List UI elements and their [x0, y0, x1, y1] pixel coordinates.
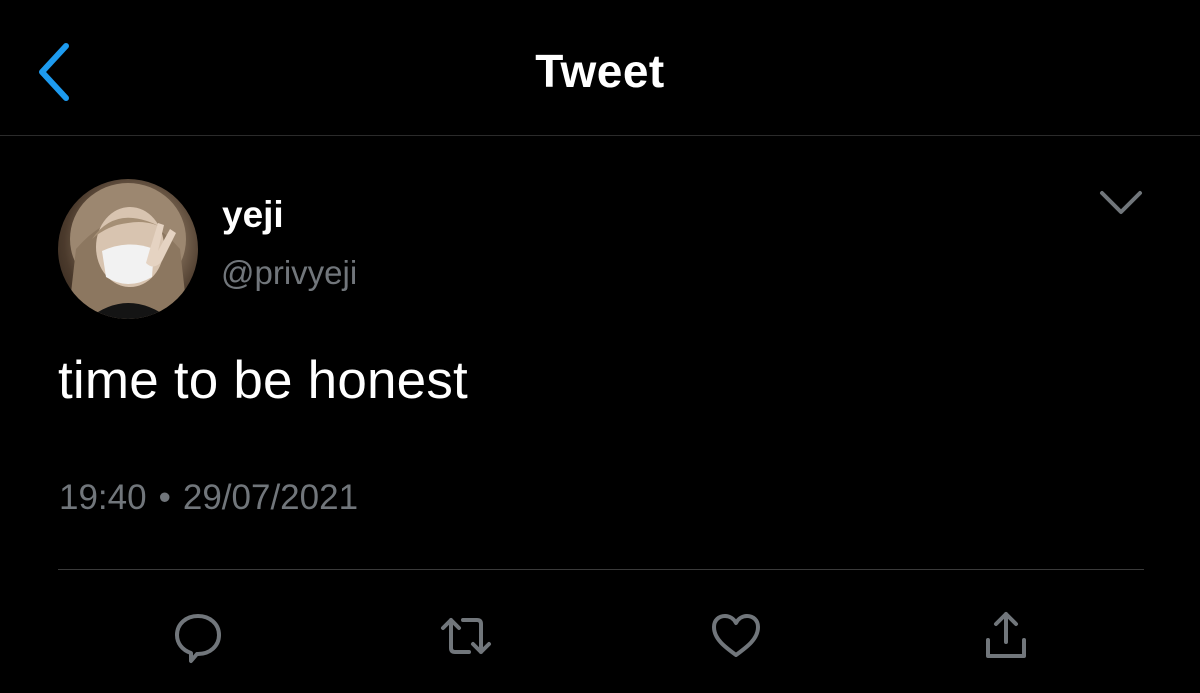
tweet-date: 29/07/2021 [182, 478, 359, 517]
divider [58, 569, 1144, 570]
tweet-text: time to be honest [58, 351, 468, 410]
tweet-time: 19:40 [59, 478, 147, 517]
retweet-button[interactable] [436, 606, 496, 666]
share-icon [986, 612, 1026, 658]
share-button[interactable] [976, 606, 1036, 666]
author-display-name[interactable]: yeji [222, 194, 284, 236]
heart-icon [712, 614, 760, 657]
tweet-timestamp: 19:40 • 29/07/2021 [59, 478, 358, 518]
top-bar: Tweet [0, 0, 1200, 136]
page-title: Tweet [535, 45, 665, 97]
action-bar [0, 606, 1200, 666]
tweet-options-button[interactable] [1096, 185, 1146, 221]
meta-separator: • [158, 478, 171, 517]
avatar-image [68, 183, 188, 319]
author-handle[interactable]: @privyeji [221, 254, 357, 292]
chevron-down-icon [1100, 191, 1142, 214]
retweet-icon [441, 618, 491, 654]
avatar[interactable] [58, 179, 198, 319]
tweet-detail: yeji @privyeji time to be honest 19:40 • 2… [0, 136, 1200, 693]
like-button[interactable] [706, 606, 766, 666]
reply-icon [175, 614, 221, 663]
reply-button[interactable] [168, 606, 228, 666]
